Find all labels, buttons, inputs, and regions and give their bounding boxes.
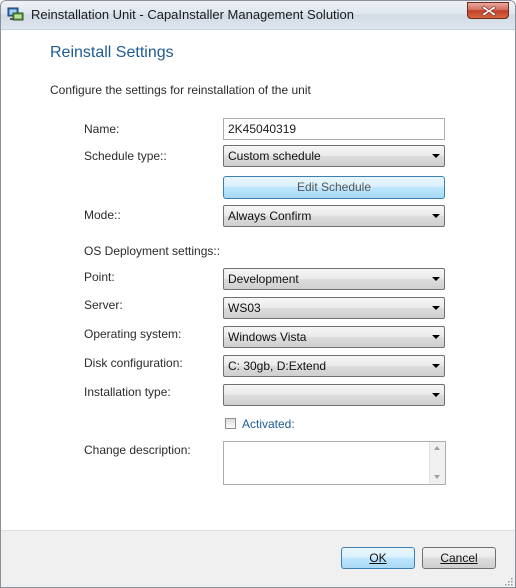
close-icon [481, 5, 497, 17]
computer-network-icon [7, 7, 24, 22]
change-description-label: Change description: [84, 443, 191, 457]
installation-type-select[interactable] [223, 384, 445, 406]
title-bar[interactable]: Reinstallation Unit - CapaInstaller Mana… [1, 1, 515, 30]
scrollbar[interactable] [429, 442, 445, 484]
chevron-down-icon [432, 335, 440, 339]
ok-button-label: OK [369, 551, 387, 565]
scroll-down-icon[interactable] [434, 475, 440, 479]
name-field[interactable]: 2K45040319 [223, 118, 445, 140]
schedule-type-select[interactable]: Custom schedule [223, 145, 445, 167]
schedule-type-value: Custom schedule [228, 149, 321, 163]
activated-checkbox[interactable] [225, 418, 236, 429]
chevron-down-icon [432, 393, 440, 397]
dialog-window: Reinstallation Unit - CapaInstaller Mana… [0, 0, 516, 588]
chevron-down-icon [432, 277, 440, 281]
dialog-footer: OK Cancel [1, 530, 515, 587]
close-button[interactable] [467, 2, 509, 19]
mode-value: Always Confirm [228, 209, 312, 223]
chevron-down-icon [432, 364, 440, 368]
page-heading: Reinstall Settings [50, 44, 174, 61]
operating-system-value: Windows Vista [228, 330, 307, 344]
mode-label: Mode:: [84, 208, 121, 222]
dialog-content: Reinstall Settings Configure the setting… [1, 30, 515, 540]
edit-schedule-button[interactable]: Edit Schedule [223, 176, 445, 199]
point-value: Development [228, 272, 299, 286]
os-deployment-section-label: OS Deployment settings:: [84, 244, 221, 258]
mode-select[interactable]: Always Confirm [223, 205, 445, 227]
server-select[interactable]: WS03 [223, 297, 445, 319]
window-title: Reinstallation Unit - CapaInstaller Mana… [31, 7, 355, 22]
intro-text: Configure the settings for reinstallatio… [50, 83, 311, 97]
cancel-button-label: Cancel [440, 551, 478, 565]
disk-configuration-select[interactable]: C: 30gb, D:Extend [223, 355, 445, 377]
activated-label[interactable]: Activated: [242, 417, 295, 431]
installation-type-label: Installation type: [84, 385, 171, 399]
disk-configuration-value: C: 30gb, D:Extend [228, 359, 327, 373]
ok-button[interactable]: OK [341, 547, 415, 569]
chevron-down-icon [432, 154, 440, 158]
resize-grip-icon[interactable] [503, 576, 513, 586]
schedule-type-label: Schedule type:: [84, 149, 167, 163]
point-label: Point: [84, 270, 115, 284]
change-description-field[interactable] [223, 441, 446, 485]
server-label: Server: [84, 298, 123, 312]
operating-system-label: Operating system: [84, 327, 182, 341]
name-label: Name: [84, 122, 120, 136]
chevron-down-icon [432, 306, 440, 310]
scroll-up-icon[interactable] [434, 446, 440, 450]
chevron-down-icon [432, 214, 440, 218]
server-value: WS03 [228, 301, 261, 315]
cancel-button[interactable]: Cancel [422, 547, 496, 569]
operating-system-select[interactable]: Windows Vista [223, 326, 445, 348]
point-select[interactable]: Development [223, 268, 445, 290]
disk-configuration-label: Disk configuration: [84, 356, 183, 370]
